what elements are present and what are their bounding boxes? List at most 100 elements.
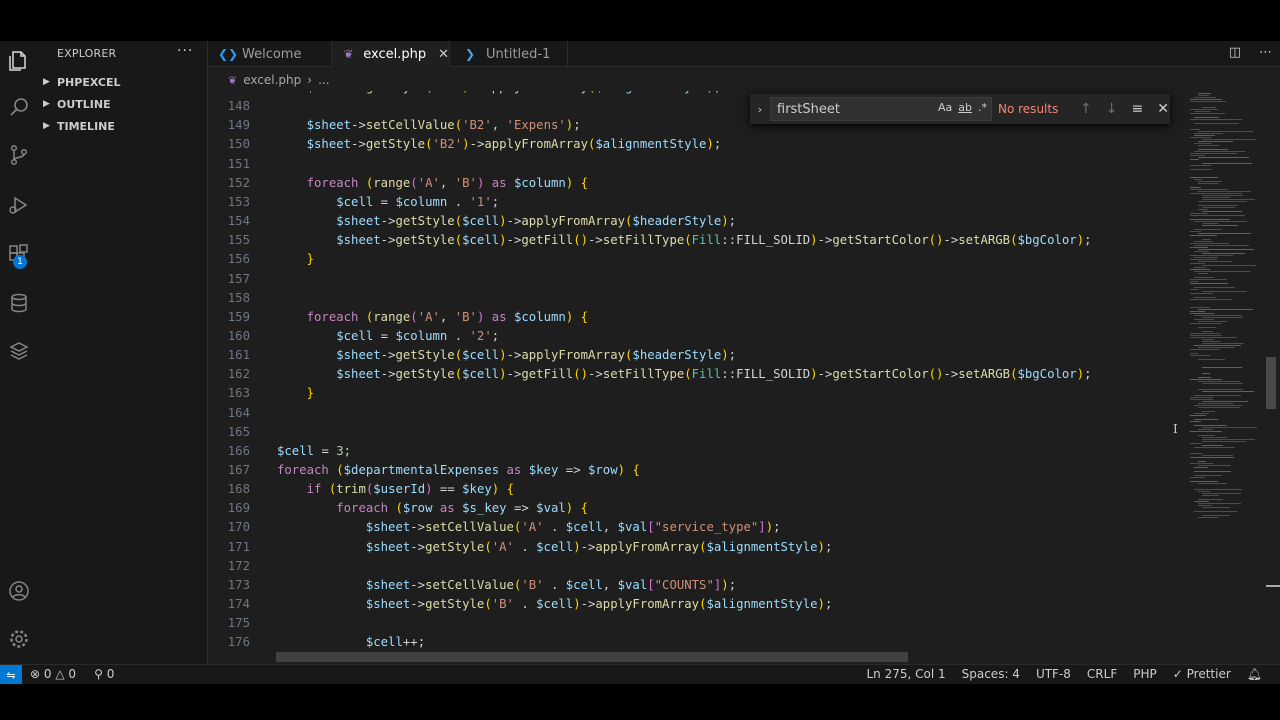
code-line[interactable]: 161 $sheet->getStyle($cell)->applyFromAr… xyxy=(208,346,1186,365)
minimap-line xyxy=(1198,465,1231,466)
more-actions-icon[interactable]: ⋯ xyxy=(1259,45,1272,60)
run-debug-icon[interactable] xyxy=(0,187,37,223)
horizontal-scrollbar[interactable] xyxy=(276,652,908,662)
indentation[interactable]: Spaces: 4 xyxy=(962,667,1020,681)
code-line[interactable]: 169 foreach ($row as $s_key => $val) { xyxy=(208,499,1186,518)
database-icon[interactable] xyxy=(0,285,37,321)
close-icon[interactable]: ✕ xyxy=(438,47,449,62)
code-line[interactable]: 171 $sheet->getStyle('A' . $cell)->apply… xyxy=(208,538,1186,557)
code-line[interactable]: 151 xyxy=(208,155,1186,174)
code-line[interactable]: 176 $cell++; xyxy=(208,633,1186,652)
code-line[interactable]: 162 $sheet->getStyle($cell)->getFill()->… xyxy=(208,365,1186,384)
text-cursor-icon: I xyxy=(1173,422,1178,436)
line-number: 172 xyxy=(227,558,250,573)
account-icon[interactable] xyxy=(0,573,37,609)
minimap-line xyxy=(1198,327,1216,328)
code-line[interactable]: 172 xyxy=(208,557,1186,576)
problems-indicator[interactable]: ⊗ 0 △ 0 xyxy=(30,667,76,681)
minimap-line xyxy=(1190,443,1202,444)
end-of-line[interactable]: CRLF xyxy=(1087,667,1117,681)
find-input[interactable]: firstSheet Aa ab .* xyxy=(770,97,992,121)
formatter-status[interactable]: ✓ Prettier xyxy=(1173,667,1231,681)
minimap-line xyxy=(1194,501,1209,502)
code-line[interactable]: 154 $sheet->getStyle($cell)->applyFromAr… xyxy=(208,212,1186,231)
section-phpexcel[interactable]: ▶ PHPEXCEL xyxy=(43,72,121,92)
tab-excel-php[interactable]: ❦ excel.php ✕ xyxy=(332,41,450,67)
code-line[interactable]: 174 $sheet->getStyle('B' . $cell)->apply… xyxy=(208,595,1186,614)
line-number: 175 xyxy=(227,616,250,631)
code-line[interactable]: 163 } xyxy=(208,384,1186,403)
search-icon[interactable] xyxy=(0,89,37,125)
line-number: 158 xyxy=(227,290,250,305)
regex-toggle[interactable]: .* xyxy=(978,101,987,114)
arrow-down-icon[interactable]: ↓ xyxy=(1106,101,1118,117)
code-line[interactable]: 170 $sheet->setCellValue('A' . $cell, $v… xyxy=(208,518,1186,537)
language-mode[interactable]: PHP xyxy=(1133,667,1157,681)
terminal-icon: ❯ xyxy=(464,47,476,61)
code-line[interactable]: 166 $cell = 3; xyxy=(208,442,1186,461)
code-line[interactable]: 168 if (trim($userId) == $key) { xyxy=(208,480,1186,499)
code-line[interactable]: 157 xyxy=(208,270,1186,289)
minimap-line xyxy=(1190,415,1206,416)
code-editor[interactable]: 147 $sheet->getStyle('A2')->applyFromArr… xyxy=(208,91,1186,663)
line-code: $sheet->getStyle($cell)->getFill()->setF… xyxy=(336,233,1092,248)
code-line[interactable]: 165 xyxy=(208,423,1186,442)
code-line[interactable]: 155 $sheet->getStyle($cell)->getFill()->… xyxy=(208,231,1186,250)
code-line[interactable]: 173 $sheet->setCellValue('B' . $cell, $v… xyxy=(208,576,1186,595)
minimap-line xyxy=(1194,467,1208,468)
tab-untitled-1[interactable]: ❯ Untitled-1 xyxy=(450,41,568,67)
split-editor-icon[interactable]: ◫ xyxy=(1229,45,1241,60)
code-line[interactable]: 164 xyxy=(208,404,1186,423)
minimap-line xyxy=(1190,323,1222,324)
minimap-line xyxy=(1190,189,1228,190)
ports-indicator[interactable]: ⚲ 0 xyxy=(94,667,114,681)
minimap-line xyxy=(1190,231,1201,232)
code-line[interactable]: 159 foreach (range('A', 'B') as $column)… xyxy=(208,308,1186,327)
line-number: 147 xyxy=(208,91,250,97)
minimap-line xyxy=(1190,177,1218,178)
encoding[interactable]: UTF-8 xyxy=(1036,667,1071,681)
chevron-right-icon[interactable]: › xyxy=(750,103,770,116)
code-line[interactable]: 150 $sheet->getStyle('B2')->applyFromArr… xyxy=(208,135,1186,154)
scrollbar-marker xyxy=(1266,585,1280,587)
breadcrumb: ❦ excel.php › ... xyxy=(208,71,330,89)
breadcrumb-file[interactable]: excel.php xyxy=(243,73,301,87)
sidebar-title: EXPLORER xyxy=(57,47,117,60)
source-control-icon[interactable] xyxy=(0,137,37,173)
code-line[interactable]: 175 xyxy=(208,614,1186,633)
minimap-line xyxy=(1190,153,1237,154)
code-line[interactable]: 167 foreach ($departmentalExpenses as $ke… xyxy=(208,461,1186,480)
code-line[interactable]: 153 $cell = $column . '1'; xyxy=(208,193,1186,212)
line-code: $sheet->setCellValue('B2', 'Expens'); xyxy=(306,118,581,133)
code-line[interactable]: 158 xyxy=(208,289,1186,308)
section-outline[interactable]: ▶ OUTLINE xyxy=(43,94,111,114)
find-query: firstSheet xyxy=(777,101,840,117)
explorer-icon[interactable] xyxy=(0,43,37,79)
whole-word-toggle[interactable]: ab xyxy=(958,101,972,114)
minimap-line xyxy=(1194,475,1222,476)
tab-welcome[interactable]: ❮❯ Welcome xyxy=(208,41,332,67)
sidebar-more-icon[interactable]: ··· xyxy=(177,43,193,59)
minimap-line xyxy=(1198,491,1210,492)
bell-icon[interactable]: 🔔︎ xyxy=(1247,667,1262,681)
breadcrumb-more[interactable]: ... xyxy=(318,73,329,87)
minimap-line xyxy=(1194,395,1241,396)
vertical-scrollbar-thumb[interactable] xyxy=(1266,357,1276,409)
section-timeline[interactable]: ▶ TIMELINE xyxy=(43,116,115,136)
cursor-position[interactable]: Ln 275, Col 1 xyxy=(866,667,945,681)
arrow-up-icon[interactable]: ↑ xyxy=(1080,101,1092,117)
code-line[interactable]: 156 } xyxy=(208,250,1186,269)
minimap-line xyxy=(1194,489,1242,490)
settings-gear-icon[interactable] xyxy=(0,621,37,657)
find-in-selection-icon[interactable]: ≡ xyxy=(1131,101,1143,117)
code-line[interactable]: 152 foreach (range('A', 'B') as $column)… xyxy=(208,174,1186,193)
close-icon[interactable]: ✕ xyxy=(1157,101,1169,117)
match-case-toggle[interactable]: Aa xyxy=(938,101,952,114)
minimap-line xyxy=(1202,455,1233,456)
remote-icon[interactable]: ⇋ xyxy=(0,665,22,685)
layers-icon[interactable] xyxy=(0,333,37,369)
code-line[interactable]: 160 $cell = $column . '2'; xyxy=(208,327,1186,346)
minimap-line xyxy=(1202,391,1254,392)
minimap[interactable] xyxy=(1186,91,1266,663)
line-number: 173 xyxy=(227,577,250,592)
